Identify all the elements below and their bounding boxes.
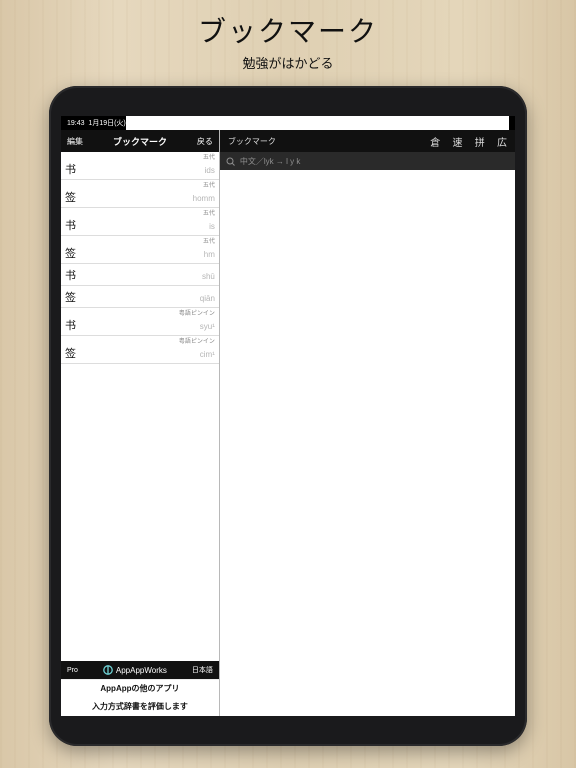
bookmark-char: 书 bbox=[65, 161, 76, 177]
bookmark-char: 签 bbox=[65, 289, 76, 305]
bookmark-reading: ids bbox=[205, 166, 215, 175]
tab-cangjie[interactable]: 倉 bbox=[430, 138, 440, 149]
bookmark-row[interactable]: 书 shū bbox=[61, 264, 219, 286]
promo-other-apps[interactable]: AppAppの他のアプリ bbox=[61, 679, 219, 697]
bookmark-meta: qiān bbox=[200, 289, 215, 305]
battery-percent: 100% bbox=[308, 120, 326, 127]
bookmark-tag: 五代 bbox=[203, 211, 215, 217]
search-icon bbox=[226, 157, 235, 166]
left-bottom-bar: Pro AppAppWorks 日本語 bbox=[61, 661, 219, 679]
tab-pinyin[interactable]: 拼 bbox=[475, 138, 485, 149]
bookmark-reading: syu¹ bbox=[200, 322, 215, 331]
promo-rate[interactable]: 入力方式辞書を評価します bbox=[61, 697, 219, 716]
left-nav-bar: 編集 ブックマーク 戻る bbox=[61, 130, 219, 152]
bookmark-row[interactable]: 书 粤語ピンイン syu¹ bbox=[61, 308, 219, 336]
bookmark-meta: 五代 homm bbox=[193, 183, 215, 205]
tab-quick[interactable]: 速 bbox=[453, 138, 463, 149]
bookmark-meta: 五代 hm bbox=[203, 239, 215, 261]
bookmark-char: 签 bbox=[65, 345, 76, 361]
bookmark-tag: 粤語ピンイン bbox=[179, 339, 215, 345]
language-button[interactable]: 日本語 bbox=[192, 665, 213, 675]
bookmark-reading: is bbox=[209, 222, 215, 231]
brand[interactable]: AppAppWorks bbox=[103, 665, 167, 675]
bookmark-char: 书 bbox=[65, 217, 76, 233]
bookmark-tag: 五代 bbox=[193, 183, 215, 189]
ime-tabs: 倉 速 拼 広 bbox=[420, 134, 507, 149]
status-time: 19:43 bbox=[67, 120, 85, 127]
bookmark-meta: 粤語ピンイン syu¹ bbox=[179, 311, 215, 333]
bookmark-meta: 五代 ids bbox=[203, 155, 215, 177]
promo-title: ブックマーク bbox=[0, 10, 576, 50]
bookmark-meta: 五代 is bbox=[203, 211, 215, 233]
edit-button[interactable]: 編集 bbox=[67, 136, 83, 147]
bookmark-list: 书五代ids签五代homm书五代is签五代hm书shū签qiān书粤語ピンインs… bbox=[61, 152, 219, 364]
search-placeholder: 中文／lyk → l y k bbox=[240, 156, 300, 167]
bookmark-tag: 五代 bbox=[203, 155, 215, 161]
promo-caption: ブックマーク 勉強がはかどる bbox=[0, 0, 576, 72]
pro-button[interactable]: Pro bbox=[67, 667, 78, 674]
bookmark-char: 书 bbox=[65, 267, 76, 283]
right-body bbox=[220, 170, 515, 716]
bookmark-reading: homm bbox=[193, 194, 215, 203]
bookmark-row[interactable]: 书 五代 is bbox=[61, 208, 219, 236]
bookmark-row[interactable]: 签 五代 homm bbox=[61, 180, 219, 208]
bookmark-reading: cim¹ bbox=[200, 350, 215, 359]
bookmark-row[interactable]: 签 粤語ピンイン cim¹ bbox=[61, 336, 219, 364]
bookmark-tag: 五代 bbox=[203, 239, 215, 245]
bookmark-meta: 粤語ピンイン cim¹ bbox=[179, 339, 215, 361]
status-bar: 19:43 1月19日(火) 100% bbox=[61, 116, 515, 130]
bookmark-meta: shū bbox=[202, 267, 215, 283]
brand-logo-icon bbox=[103, 665, 113, 675]
right-pane: ブックマーク 倉 速 拼 広 中文／lyk → l y k bbox=[220, 130, 515, 716]
back-button[interactable]: 戻る bbox=[197, 136, 213, 147]
bookmark-tag: 粤語ピンイン bbox=[179, 311, 215, 317]
bookmark-char: 签 bbox=[65, 189, 76, 205]
bookmark-row[interactable]: 书 五代 ids bbox=[61, 152, 219, 180]
status-date: 1月19日(火) bbox=[88, 120, 125, 127]
promo-subtitle: 勉強がはかどる bbox=[0, 53, 576, 72]
bookmark-char: 签 bbox=[65, 245, 76, 261]
search-bar[interactable]: 中文／lyk → l y k bbox=[220, 152, 515, 170]
bookmark-row[interactable]: 签 五代 hm bbox=[61, 236, 219, 264]
right-back-button[interactable]: ブックマーク bbox=[228, 136, 276, 147]
bookmark-reading: shū bbox=[202, 272, 215, 281]
bookmark-reading: qiān bbox=[200, 294, 215, 303]
left-title: ブックマーク bbox=[113, 135, 167, 148]
left-pane: 編集 ブックマーク 戻る 书五代ids签五代homm书五代is签五代hm书shū… bbox=[61, 130, 220, 716]
tablet-frame: 19:43 1月19日(火) 100% 編集 ブックマーク 戻る 书五代ids签… bbox=[49, 86, 527, 746]
right-nav-bar: ブックマーク 倉 速 拼 広 bbox=[220, 130, 515, 152]
bookmark-char: 书 bbox=[65, 317, 76, 333]
bookmark-reading: hm bbox=[204, 250, 215, 259]
bookmark-row[interactable]: 签 qiān bbox=[61, 286, 219, 308]
screen: 19:43 1月19日(火) 100% 編集 ブックマーク 戻る 书五代ids签… bbox=[61, 116, 515, 716]
tab-canton[interactable]: 広 bbox=[497, 138, 507, 149]
